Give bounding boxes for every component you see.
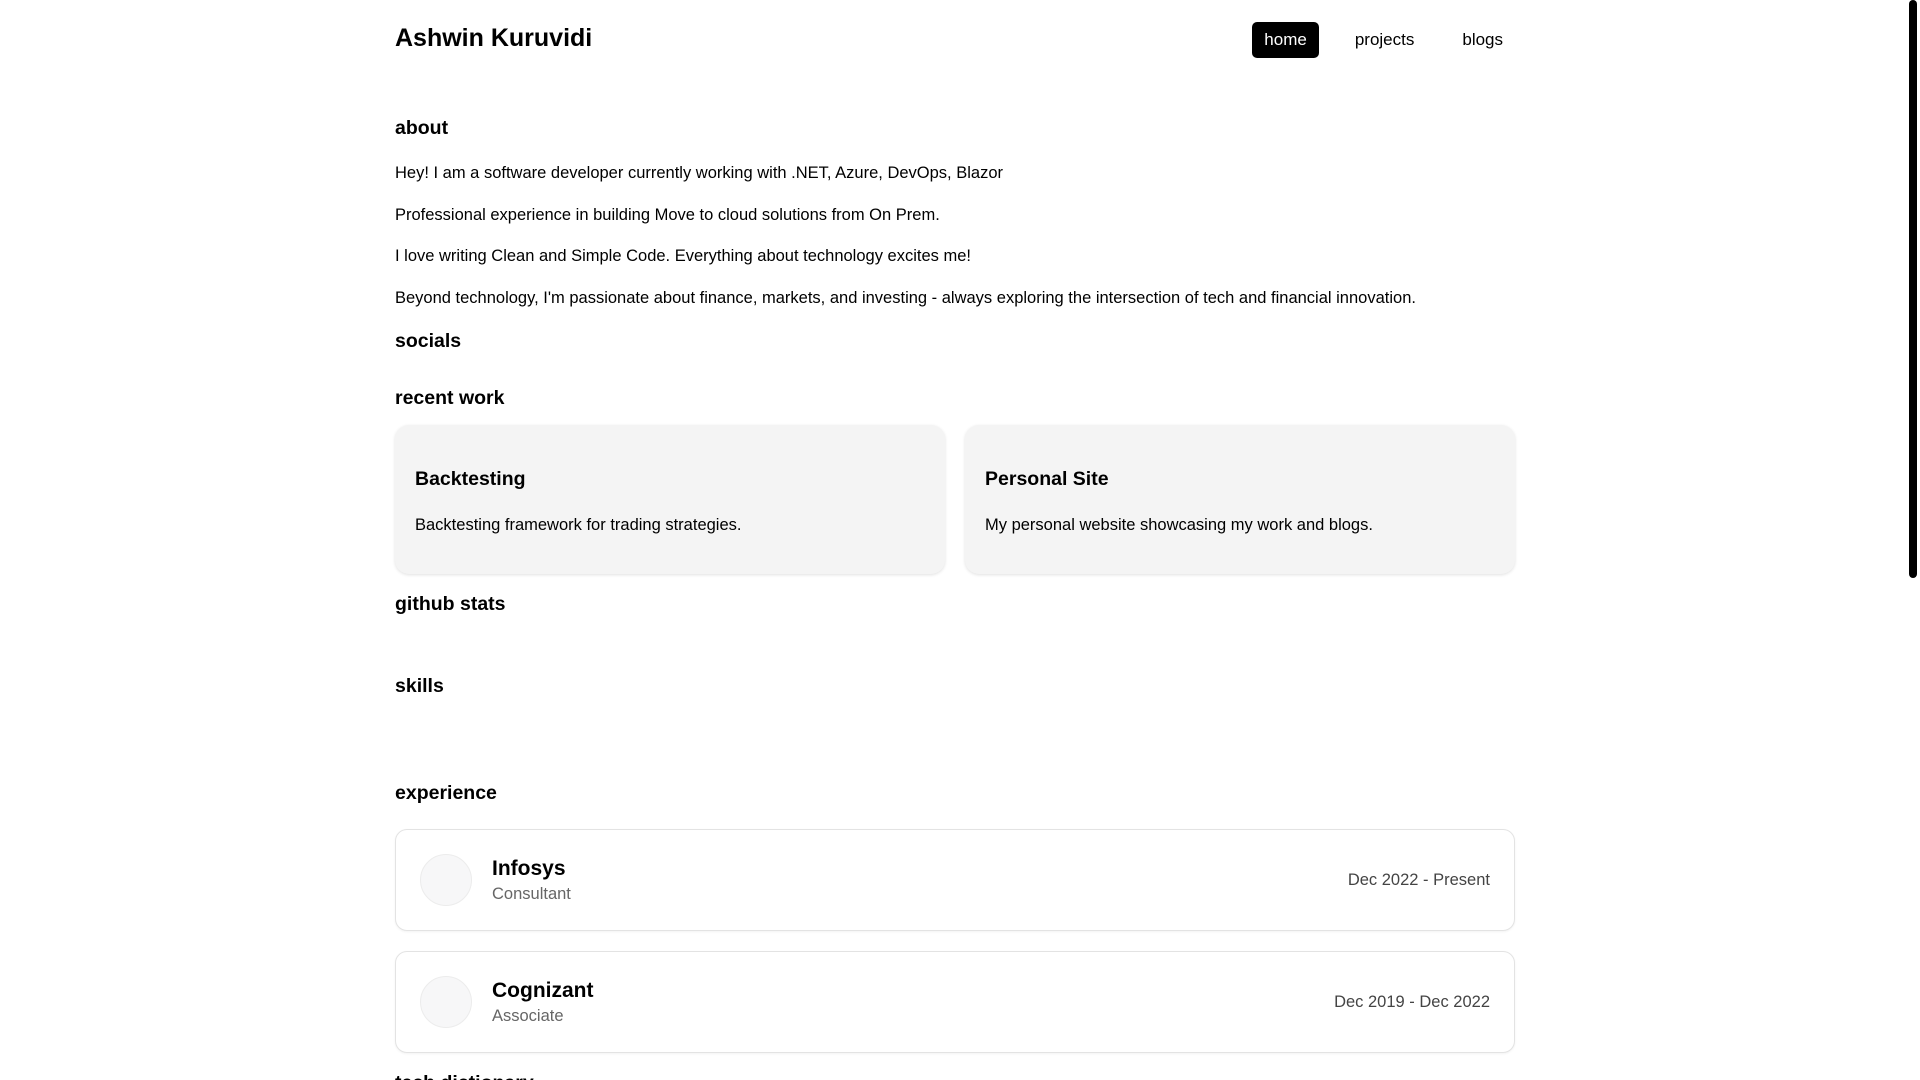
project-description: My personal website showcasing my work a… [985, 516, 1373, 534]
nav-projects[interactable]: projects [1343, 22, 1427, 58]
experience-dates: Dec 2019 - Dec 2022 [1334, 993, 1490, 1011]
project-title: Personal Site [985, 468, 1109, 490]
about-line: Professional experience in building Move… [395, 206, 940, 224]
project-description: Backtesting framework for trading strate… [415, 516, 742, 534]
company-logo [420, 976, 472, 1028]
site-brand[interactable]: Ashwin Kuruvidi [395, 24, 592, 53]
experience-role: Consultant [492, 885, 571, 903]
company-logo [420, 854, 472, 906]
recent-work-heading: recent work [395, 387, 505, 409]
site-header: Ashwin Kuruvidi home projects blogs [395, 0, 1515, 78]
about-line: Beyond technology, I'm passionate about … [395, 289, 1416, 307]
experience-company: Infosys [492, 857, 566, 880]
skills-heading: skills [395, 675, 444, 697]
page-scrollbar[interactable] [1904, 0, 1920, 1080]
nav-home[interactable]: home [1252, 22, 1319, 58]
project-title: Backtesting [415, 468, 526, 490]
main-nav: home projects blogs [1228, 22, 1515, 58]
github-stats-heading: github stats [395, 593, 506, 615]
project-card-backtesting[interactable]: Backtesting Backtesting framework for tr… [395, 425, 945, 574]
experience-heading: experience [395, 782, 497, 804]
nav-blogs[interactable]: blogs [1450, 22, 1515, 58]
tech-dictionary-heading: tech dictionary [395, 1072, 534, 1080]
experience-card-infosys: Infosys Consultant Dec 2022 - Present [395, 829, 1515, 931]
about-heading: about [395, 117, 449, 139]
about-line: Hey! I am a software developer currently… [395, 164, 1003, 182]
scrollbar-thumb[interactable] [1909, 0, 1917, 578]
project-card-personal-site[interactable]: Personal Site My personal website showca… [965, 425, 1515, 574]
experience-role: Associate [492, 1007, 564, 1025]
experience-company: Cognizant [492, 979, 594, 1002]
experience-dates: Dec 2022 - Present [1347, 871, 1490, 889]
about-line: I love writing Clean and Simple Code. Ev… [395, 247, 971, 265]
page-container: Ashwin Kuruvidi home projects blogs abou… [395, 0, 1515, 1080]
socials-heading: socials [395, 330, 462, 352]
experience-card-cognizant: Cognizant Associate Dec 2019 - Dec 2022 [395, 951, 1515, 1053]
